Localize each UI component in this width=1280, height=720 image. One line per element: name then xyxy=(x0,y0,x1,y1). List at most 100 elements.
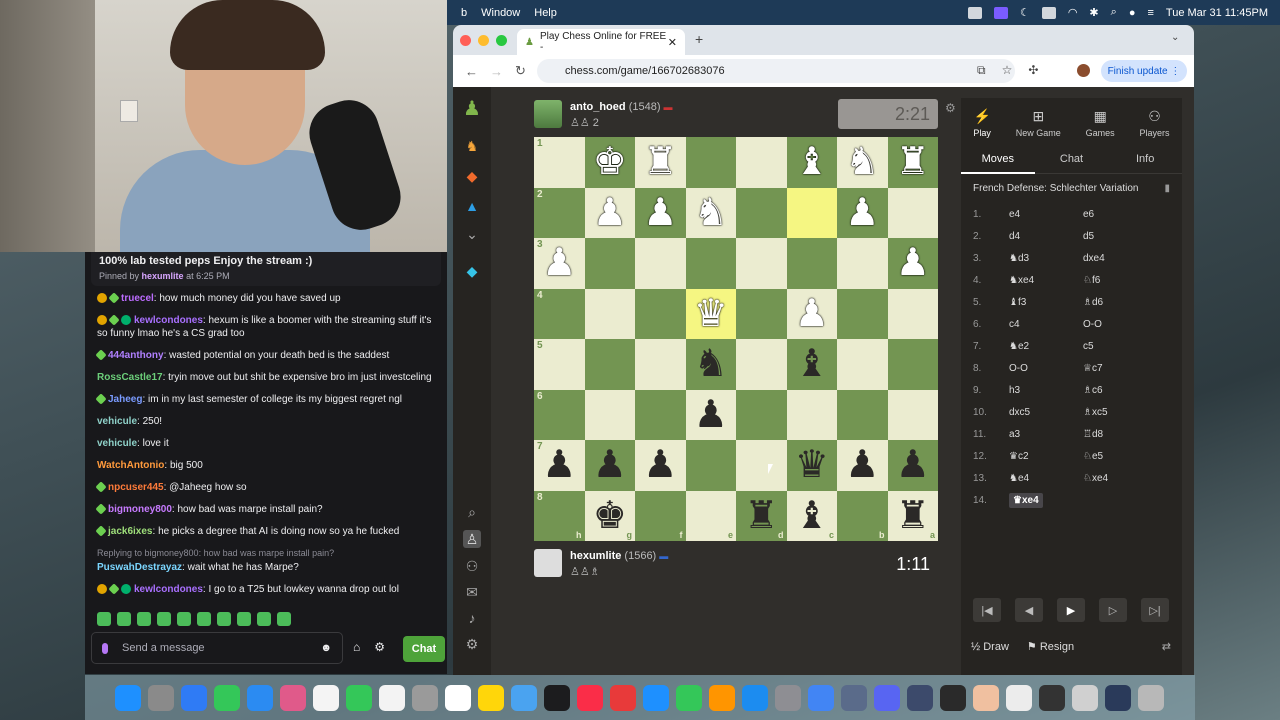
board-square[interactable] xyxy=(736,238,787,289)
dock-app-icon[interactable] xyxy=(874,684,900,711)
move-black[interactable]: ♗d6 xyxy=(1083,297,1103,308)
chevron-down-icon[interactable]: ⌄ xyxy=(1171,32,1179,43)
white-piece-p-icon[interactable]: ♟ xyxy=(643,194,677,232)
emote-icon[interactable] xyxy=(97,612,111,626)
board-square[interactable]: a ♜ xyxy=(887,490,938,541)
dock-app-icon[interactable] xyxy=(181,684,207,711)
bookmark-star-icon[interactable]: ☆ xyxy=(1002,63,1013,78)
control-center-icon[interactable]: ≡ xyxy=(1147,7,1153,19)
board-square[interactable]: ♞ xyxy=(685,187,736,238)
board-square[interactable]: ♟ xyxy=(887,238,938,289)
board-square[interactable]: 6 xyxy=(534,389,585,440)
puzzles-icon[interactable]: ♞ xyxy=(463,137,481,155)
user-icon[interactable]: ● xyxy=(1129,7,1136,19)
move-black[interactable]: ♕c7 xyxy=(1083,363,1103,374)
screen-record-icon[interactable] xyxy=(993,6,1008,19)
dock-app-icon[interactable] xyxy=(676,684,702,711)
board-square[interactable] xyxy=(887,187,938,238)
board-square[interactable]: ♟ xyxy=(685,389,736,440)
move-black[interactable]: e6 xyxy=(1083,209,1094,220)
new-tab-icon[interactable]: + xyxy=(695,31,703,47)
board-square[interactable] xyxy=(584,288,635,339)
chat-username[interactable]: kewlcondones xyxy=(134,584,203,595)
dock-app-icon[interactable] xyxy=(1006,684,1032,711)
dock-app-icon[interactable] xyxy=(445,684,471,711)
mic-icon[interactable] xyxy=(102,642,108,654)
board-square[interactable] xyxy=(584,238,635,289)
chevron-down-icon[interactable]: ⌄ xyxy=(463,225,481,243)
tab-moves[interactable]: Moves xyxy=(961,153,1035,174)
black-piece-r-icon[interactable]: ♜ xyxy=(896,497,930,535)
minimize-window-icon[interactable] xyxy=(478,34,489,46)
search-icon[interactable]: ⌕ xyxy=(463,503,481,521)
settings-icon[interactable]: ⚙ xyxy=(463,635,481,653)
black-piece-q-icon[interactable]: ♛ xyxy=(795,446,829,484)
white-piece-r-icon[interactable]: ♜ xyxy=(643,143,677,181)
reload-icon[interactable]: ↻ xyxy=(515,63,526,79)
emote-icon[interactable] xyxy=(217,612,231,626)
green-badge-icon[interactable] xyxy=(108,314,120,327)
board-square[interactable]: 4 xyxy=(534,288,585,339)
install-icon[interactable]: ⧉ xyxy=(977,63,986,78)
green-badge-icon[interactable] xyxy=(95,481,107,494)
white-piece-q-icon[interactable]: ♛ xyxy=(694,295,728,333)
board-square[interactable]: c ♝ xyxy=(786,490,837,541)
url-input[interactable]: chess.com/game/166702683076 xyxy=(537,59,1015,83)
board-square[interactable]: 3 ♟ xyxy=(534,238,585,289)
black-piece-b-icon[interactable]: ♝ xyxy=(795,345,829,383)
board-square[interactable] xyxy=(736,137,787,188)
tab-new-game[interactable]: ⊞ New Game xyxy=(1016,108,1061,144)
chat-username[interactable]: jack6ixes xyxy=(108,526,153,537)
move-white[interactable]: ♛xe4 xyxy=(1009,492,1083,508)
move-black[interactable]: ♘xe4 xyxy=(1083,473,1108,484)
battery-icon[interactable] xyxy=(1041,6,1056,19)
green-badge-icon[interactable] xyxy=(95,503,107,516)
dock-app-icon[interactable] xyxy=(709,684,735,711)
datetime[interactable]: Tue Mar 31 11:45PM xyxy=(1166,7,1268,19)
board-square[interactable]: e xyxy=(685,490,736,541)
dock-app-icon[interactable] xyxy=(115,684,141,711)
move-white[interactable]: e4 xyxy=(1009,209,1083,220)
board-square[interactable] xyxy=(584,339,635,390)
gold-badge-icon[interactable] xyxy=(97,315,107,326)
board-square[interactable] xyxy=(887,339,938,390)
board-square[interactable]: b xyxy=(837,490,888,541)
board-square[interactable]: ♞ xyxy=(837,137,888,188)
chat-username[interactable]: npcuser445 xyxy=(108,482,164,493)
board-square[interactable]: ♟ xyxy=(584,187,635,238)
board-square[interactable]: 2 xyxy=(534,187,585,238)
board-square[interactable]: 5 xyxy=(534,339,585,390)
maximize-window-icon[interactable] xyxy=(496,34,507,46)
white-piece-p-icon[interactable]: ♟ xyxy=(845,194,879,232)
emote-icon[interactable] xyxy=(117,612,131,626)
board-square[interactable]: ♛ xyxy=(786,440,837,491)
move-white[interactable]: a3 xyxy=(1009,429,1083,440)
gold-badge-icon[interactable] xyxy=(97,293,107,304)
chat-username[interactable]: vehicule xyxy=(97,416,137,427)
finish-update-button[interactable]: Finish update ⋮ xyxy=(1101,60,1187,82)
board-square[interactable]: d ♜ xyxy=(736,490,787,541)
board-square[interactable] xyxy=(736,288,787,339)
black-piece-p-icon[interactable]: ♟ xyxy=(593,446,627,484)
book-icon[interactable]: ▮ xyxy=(1164,183,1170,194)
status-icon[interactable] xyxy=(967,6,982,19)
board-square[interactable]: ♟ xyxy=(635,440,686,491)
black-piece-k-icon[interactable]: ♚ xyxy=(593,497,627,535)
store-icon[interactable]: ⌂ xyxy=(353,640,360,654)
chat-username[interactable]: PuswahDestrayaz xyxy=(97,562,182,573)
tab-play[interactable]: ⚡ Play xyxy=(973,108,991,144)
opponent-name[interactable]: anto_hoed (1548) ▬ xyxy=(570,101,673,113)
prev-move-button[interactable]: ◀ xyxy=(1015,598,1043,622)
board-square[interactable]: ♟ xyxy=(837,187,888,238)
white-piece-p-icon[interactable]: ♟ xyxy=(542,244,576,282)
dock-app-icon[interactable] xyxy=(808,684,834,711)
green-badge-icon[interactable] xyxy=(108,292,120,305)
green-badge-icon[interactable] xyxy=(95,393,107,406)
board-square[interactable]: ♟ xyxy=(887,440,938,491)
board-square[interactable]: f xyxy=(635,490,686,541)
board-square[interactable]: ♜ xyxy=(635,137,686,188)
current-move[interactable]: ♛xe4 xyxy=(1009,492,1043,508)
chat-username[interactable]: WatchAntonio xyxy=(97,460,164,471)
dock-app-icon[interactable] xyxy=(643,684,669,711)
emote-icon[interactable] xyxy=(157,612,171,626)
